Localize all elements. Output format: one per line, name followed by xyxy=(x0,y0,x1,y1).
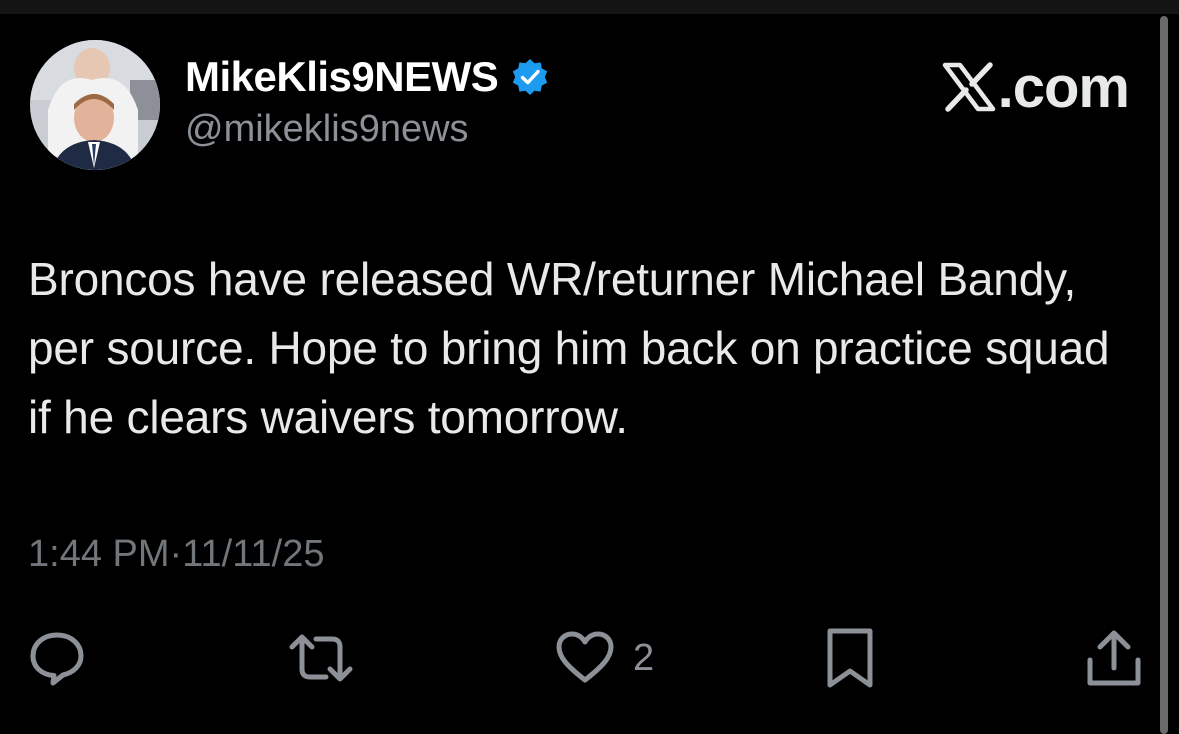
timestamp-separator: · xyxy=(169,533,183,575)
x-logo-icon xyxy=(942,62,995,112)
site-brand: .com xyxy=(942,54,1130,120)
share-icon xyxy=(1087,630,1141,686)
bookmark-icon xyxy=(827,628,873,688)
brand-suffix: .com xyxy=(997,54,1130,120)
like-button[interactable]: 2 xyxy=(555,620,654,696)
reply-icon xyxy=(30,632,84,686)
share-button[interactable] xyxy=(1086,620,1142,696)
retweet-button[interactable] xyxy=(288,620,354,696)
display-name[interactable]: MikeKlis9NEWS xyxy=(185,53,499,101)
person-avatar-icon xyxy=(30,40,160,170)
reply-button[interactable] xyxy=(28,620,86,696)
tweet-timestamp[interactable]: 1:44 PM · 11/11/25 xyxy=(28,533,324,576)
bookmark-button[interactable] xyxy=(826,620,874,696)
retweet-icon xyxy=(289,634,353,682)
avatar[interactable] xyxy=(30,40,160,170)
tweet-time[interactable]: 1:44 PM xyxy=(28,533,170,576)
tweet-text: Broncos have released WR/returner Michae… xyxy=(28,253,1110,443)
verified-badge-icon xyxy=(513,59,548,95)
top-edge-strip xyxy=(0,0,1179,14)
tweet-date[interactable]: 11/11/25 xyxy=(182,533,324,576)
heart-icon xyxy=(556,631,614,683)
display-name-row[interactable]: MikeKlis9NEWS xyxy=(185,52,550,102)
user-handle[interactable]: @mikeklis9news xyxy=(185,108,469,151)
like-count: 2 xyxy=(633,636,655,679)
action-bar: 2 xyxy=(0,620,1179,696)
